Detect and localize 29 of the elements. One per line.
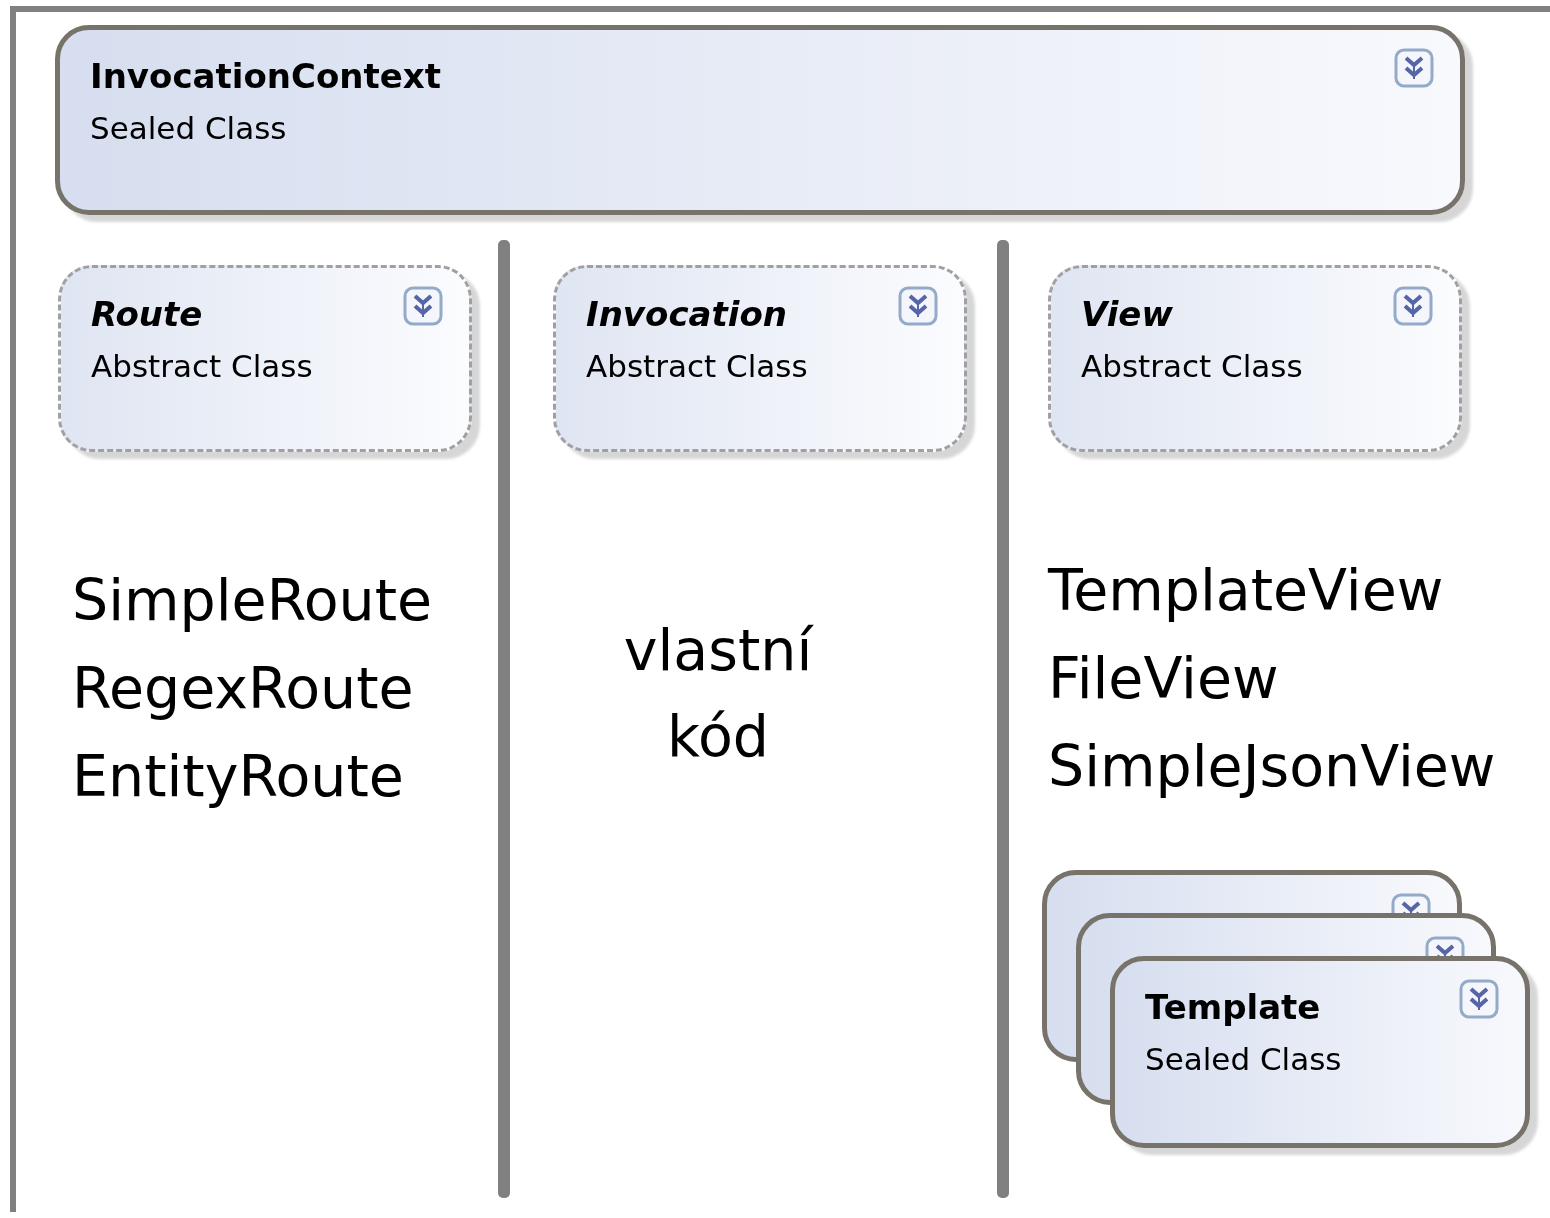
class-type: Sealed Class bbox=[90, 109, 287, 148]
class-name: Invocation bbox=[586, 294, 787, 334]
double-chevron-icon[interactable] bbox=[403, 286, 443, 326]
double-chevron-icon[interactable] bbox=[1425, 936, 1465, 956]
implementation-name: FileView bbox=[1048, 644, 1279, 713]
double-chevron-icon[interactable] bbox=[1394, 48, 1434, 88]
class-type: Abstract Class bbox=[586, 347, 808, 386]
double-chevron-icon[interactable] bbox=[1391, 893, 1431, 913]
implementation-name: RegexRoute bbox=[72, 654, 414, 723]
implementation-name: SimpleJsonView bbox=[1048, 732, 1496, 801]
double-chevron-icon[interactable] bbox=[1393, 286, 1433, 326]
class-name: InvocationContext bbox=[90, 56, 441, 96]
class-shape[interactable]: Invocation Abstract Class bbox=[553, 265, 967, 452]
class-name: Template bbox=[1145, 987, 1321, 1027]
implementation-name: SimpleRoute bbox=[72, 566, 433, 635]
implementation-name: kód bbox=[666, 702, 769, 771]
class-type: Abstract Class bbox=[1081, 347, 1303, 386]
class-type: Abstract Class bbox=[91, 347, 313, 386]
class-name: View bbox=[1081, 294, 1173, 334]
class-name: Route bbox=[91, 294, 203, 334]
class-shape[interactable]: Route Abstract Class bbox=[58, 265, 472, 452]
class-shape[interactable]: View Abstract Class bbox=[1048, 265, 1462, 452]
implementation-name: EntityRoute bbox=[72, 742, 404, 811]
class-shape[interactable]: InvocationContext Sealed Class bbox=[55, 25, 1465, 215]
double-chevron-icon[interactable] bbox=[1459, 979, 1499, 1019]
double-chevron-icon[interactable] bbox=[898, 286, 938, 326]
implementation-name: vlastní bbox=[623, 616, 813, 685]
class-type: Sealed Class bbox=[1145, 1040, 1342, 1079]
implementation-name: TemplateView bbox=[1048, 556, 1444, 625]
